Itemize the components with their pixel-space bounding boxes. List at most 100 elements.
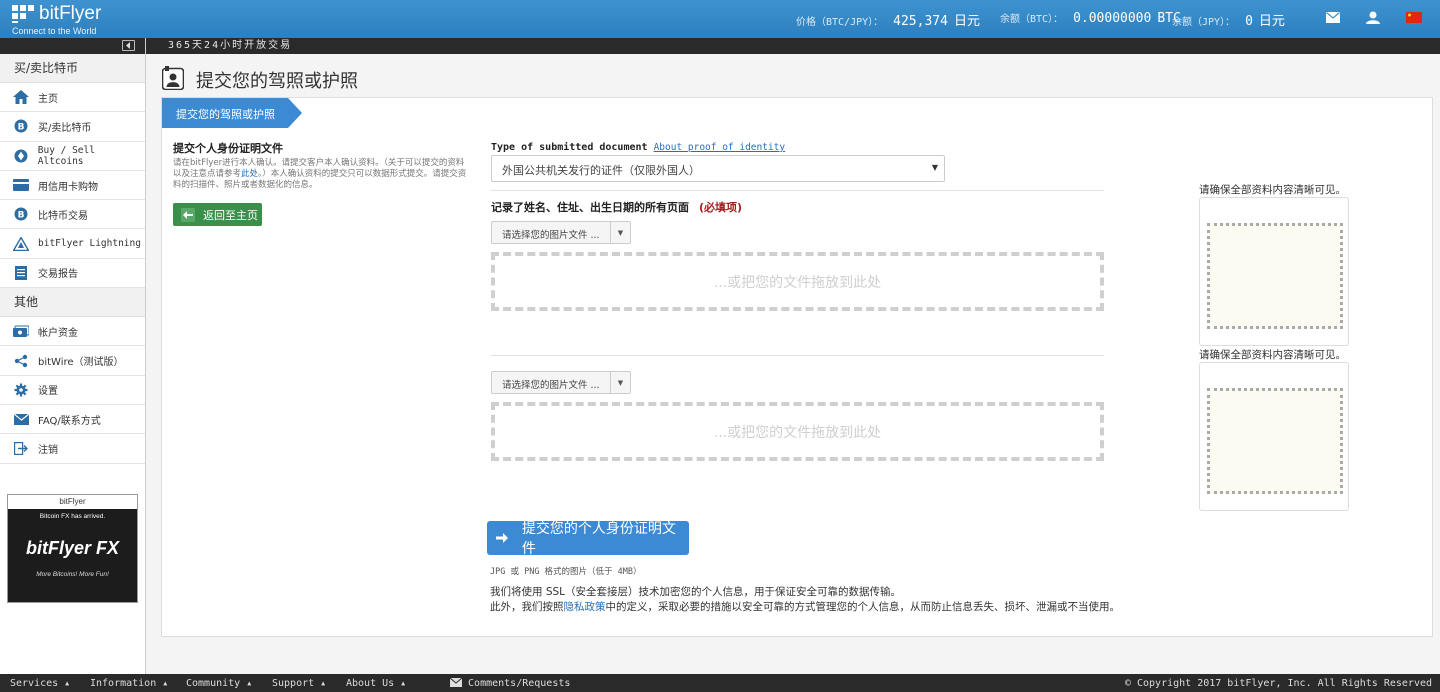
breadcrumb-label: 提交您的驾照或护照 [176, 108, 275, 121]
sidebar-item-credit-card[interactable]: 用信用卡购物 [0, 171, 145, 201]
doc-type-select[interactable]: 外国公共机关发行的证件（仅限外国人） ▼ [491, 155, 945, 182]
instructions-title: 提交个人身份证明文件 [173, 142, 283, 155]
drop-zone-1[interactable]: ...或把您的文件拖放到此处 [491, 252, 1104, 311]
user-icon[interactable] [1366, 11, 1380, 27]
sidebar-item-faq[interactable]: FAQ/联系方式 [0, 405, 145, 435]
file-select-label: 请选择您的图片文件 ... [492, 222, 611, 243]
sidebar-item-logout[interactable]: 注销 [0, 434, 145, 464]
arrow-left-icon [181, 207, 195, 222]
file-select-button-2[interactable]: 请选择您的图片文件 ... ▼ [491, 371, 631, 394]
btc-balance-label: 余额（BTC）： [1000, 14, 1064, 25]
price-display: 价格（BTC/JPY）： 425,374 日元 [796, 10, 980, 29]
sidebar-item-lightning[interactable]: bitFlyer Lightning [0, 229, 145, 259]
footer-bar: Services ▴ Information ▴ Community ▴ Sup… [0, 674, 1440, 692]
preview-image-2 [1207, 388, 1343, 494]
ticker-bar: 365天24小时开放交易 [146, 38, 1440, 54]
ssl-note-line-2: 此外，我们按照隐私政策中的定义，采取必要的措施以安全可靠的方式管理您的个人信息，… [490, 600, 1120, 615]
mail-icon[interactable] [1326, 12, 1340, 26]
footer-comments-label: Comments/Requests [468, 678, 571, 689]
sidebar-item-label: 用信用卡购物 [38, 181, 98, 193]
btc-balance-display: 余额（BTC）： 0.00000000 BTC [1000, 10, 1181, 26]
ssl-note-line-1: 我们将使用 SSL（安全套接层）技术加密您的个人信息，用于保证安全可靠的数据传输… [490, 586, 902, 598]
back-to-home-button[interactable]: 返回至主页 [173, 203, 262, 226]
sidebar-item-label: 比特币交易 [38, 210, 88, 222]
page-title: 提交您的驾照或护照 [196, 70, 358, 92]
jpy-balance-display: 余额（JPY）： 0 日元 [1172, 10, 1285, 29]
sidebar-item-account-funds[interactable]: 帐户资金 [0, 317, 145, 347]
about-proof-link[interactable]: About proof of identity [654, 142, 786, 153]
header-icons [1326, 11, 1422, 27]
share-icon [12, 354, 30, 368]
help-link[interactable]: 此处 [241, 169, 258, 179]
language-flag-icon[interactable] [1406, 12, 1422, 26]
mail-icon [12, 412, 30, 426]
arrow-right-icon [494, 530, 510, 546]
sidebar: 买/卖比特币 主页 B 买/卖比特币 Buy / Sell Altcoins 用… [0, 38, 146, 674]
doc-type-label-text: Type of submitted document [491, 142, 648, 153]
sidebar-item-buy-sell-bitcoin[interactable]: B 买/卖比特币 [0, 112, 145, 142]
brand-logo[interactable]: bitFlyer Connect to the World [12, 3, 101, 36]
gear-icon [12, 383, 30, 397]
ssl-note: 我们将使用 SSL（安全套接层）技术加密您的个人信息，用于保证安全可靠的数据传输… [490, 585, 1120, 615]
footer-copyright: © Copyright 2017 bitFlyer, Inc. All Righ… [1124, 678, 1432, 689]
sidebar-item-altcoins[interactable]: Buy / Sell Altcoins [0, 142, 145, 171]
brand-tagline: Connect to the World [12, 26, 97, 36]
caret-down-icon[interactable]: ▼ [611, 372, 630, 393]
home-icon [12, 90, 30, 105]
submit-button-label: 提交您的个人身份证明文件 [521, 521, 676, 557]
doc-type-value: 外国公共机关发行的证件（仅限外国人） [502, 164, 700, 177]
report-icon [12, 265, 30, 280]
footer-community[interactable]: Community ▴ [186, 678, 252, 689]
footer-about-us[interactable]: About Us ▴ [346, 678, 406, 689]
sidebar-item-settings[interactable]: 设置 [0, 376, 145, 405]
sidebar-item-label: 主页 [38, 93, 58, 105]
instructions-column: 提交个人身份证明文件 请在bitFlyer进行本人确认。请提交客户本人确认资料。… [173, 140, 469, 191]
drop-zone-2[interactable]: ...或把您的文件拖放到此处 [491, 402, 1104, 461]
sidebar-item-label: 买/卖比特币 [38, 122, 92, 134]
jpy-balance-label: 余额（JPY）： [1172, 17, 1236, 28]
divider [491, 355, 1104, 356]
sidebar-item-label: bitFlyer Lightning [38, 238, 141, 250]
section-title: 记录了姓名、住址、出生日期的所有页面 (必填项) [491, 199, 742, 215]
price-value: 425,374 [893, 14, 948, 29]
sidebar-item-label: 交易报告 [38, 269, 78, 281]
sidebar-toggle[interactable] [0, 38, 145, 54]
sidebar-item-bitcoin-trade[interactable]: B 比特币交易 [0, 200, 145, 230]
price-label: 价格（BTC/JPY）： [796, 17, 884, 28]
sidebar-item-home[interactable]: 主页 [0, 83, 145, 113]
ad-title: bitFlyer FX [25, 538, 119, 558]
sidebar-item-bitwire[interactable]: bitWire（测试版） [0, 346, 145, 376]
bitcoin-trade-icon: B [12, 207, 30, 221]
sidebar-item-trade-report[interactable]: 交易报告 [0, 259, 145, 289]
submit-id-button[interactable]: 提交您的个人身份证明文件 [487, 521, 689, 557]
footer-support[interactable]: Support ▴ [272, 678, 326, 689]
preview-note-2: 请确保全部资料内容清晰可见。 [1199, 349, 1346, 361]
lightning-icon [12, 236, 30, 251]
sidebar-section-other: 其他 [0, 288, 145, 318]
footer-comments[interactable]: Comments/Requests [449, 677, 571, 689]
price-unit: 日元 [953, 14, 980, 29]
preview-box-2 [1199, 362, 1349, 511]
footer-services[interactable]: Services ▴ [10, 678, 70, 689]
top-header: bitFlyer Connect to the World 价格（BTC/JPY… [0, 0, 1440, 38]
ssl-note-text: 此外，我们按照 [490, 601, 564, 613]
preview-box-1 [1199, 197, 1349, 346]
divider [491, 190, 1104, 191]
sidebar-item-label: 设置 [38, 386, 58, 398]
bitcoin-icon: B [12, 119, 30, 133]
btc-balance-value: 0.00000000 [1073, 11, 1152, 26]
ssl-note-text: 中的定义，采取必要的措施以安全可靠的方式管理您的个人信息，从而防止信息丢失、损坏… [605, 601, 1121, 613]
svg-text:B: B [18, 123, 25, 133]
collapse-icon[interactable] [122, 40, 135, 51]
caret-down-icon[interactable]: ▼ [611, 222, 630, 243]
privacy-policy-link[interactable]: 隐私政策 [564, 601, 606, 613]
doc-type-label: Type of submitted document About proof o… [491, 142, 1106, 153]
sidebar-item-label: bitWire（测试版） [38, 357, 124, 369]
svg-text:B: B [18, 211, 25, 221]
bitflyer-fx-ad-banner[interactable]: bitFlyer Bitcoin FX has arrived. bitFlye… [7, 494, 138, 603]
ad-footer: More Bitcoins! More Fun! [36, 571, 109, 578]
sidebar-section-trade: 买/卖比特币 [0, 54, 145, 83]
file-select-button-1[interactable]: 请选择您的图片文件 ... ▼ [491, 221, 631, 244]
footer-information[interactable]: Information ▴ [90, 678, 168, 689]
section-title-text: 记录了姓名、住址、出生日期的所有页面 [491, 201, 689, 214]
